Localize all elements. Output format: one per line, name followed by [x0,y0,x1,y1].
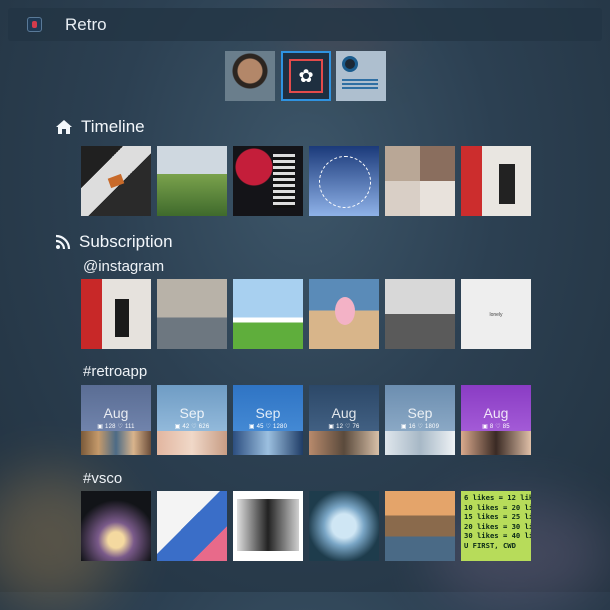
photo-tile[interactable] [81,279,151,349]
photo-tile[interactable] [309,491,379,561]
photo-tile[interactable] [81,491,151,561]
photo-tile[interactable] [461,146,531,216]
photo-tile[interactable]: lonely [461,279,531,349]
home-icon [56,120,72,134]
photo-tile[interactable] [157,146,227,216]
photo-tile[interactable] [233,146,303,216]
rss-icon [55,234,71,250]
window-titlebar: Retro [8,8,602,41]
photo-tile[interactable]: Aug ▣ 128 ♡ 111 [81,385,151,455]
timeline-row [81,146,533,216]
timeline-title: Timeline [81,117,145,136]
account-avatar-person[interactable] [225,51,275,101]
account-avatar-blueprint[interactable] [336,51,386,101]
photo-tile[interactable] [157,279,227,349]
photo-tile[interactable]: 6 likes = 12 likes 10 likes = 20 likes 1… [461,491,531,561]
retroapp-row: Aug ▣ 128 ♡ 111 Sep ▣ 42 ♡ 626 Sep ▣ 45 ♡ 1… [81,385,533,455]
photo-tile[interactable] [385,491,455,561]
photo-tile[interactable] [157,491,227,561]
photo-tile[interactable]: Sep ▣ 16 ♡ 1809 [385,385,455,455]
subscription-title: Subscription [79,232,173,251]
flower-icon: ✿ [298,66,314,86]
instagram-row: lonely [81,279,533,349]
account-avatar-retro[interactable]: ✿ [281,51,331,101]
photo-tile[interactable]: Aug ▣ 12 ♡ 76 [309,385,379,455]
photo-tile[interactable] [385,146,455,216]
photo-tile[interactable] [309,146,379,216]
retro-app-icon [27,17,42,32]
feed-title-retroapp[interactable]: #retroapp [83,363,147,380]
photo-tile[interactable] [81,146,151,216]
subscription-header[interactable]: Subscription [55,232,173,252]
timeline-header[interactable]: Timeline [55,117,145,137]
vsco-row: 6 likes = 12 likes 10 likes = 20 likes 1… [81,491,533,561]
photo-tile[interactable]: Sep ▣ 42 ♡ 626 [157,385,227,455]
photo-tile[interactable]: Sep ▣ 45 ♡ 1280 [233,385,303,455]
photo-tile[interactable] [385,279,455,349]
photo-tile[interactable] [233,279,303,349]
photo-tile[interactable] [309,279,379,349]
feed-title-instagram[interactable]: @instagram [83,258,164,275]
feed-title-vsco[interactable]: #vsco [83,470,122,487]
window-title: Retro [65,15,107,34]
photo-tile[interactable]: Aug ▣ 8 ♡ 85 [461,385,531,455]
photo-tile[interactable] [233,491,303,561]
